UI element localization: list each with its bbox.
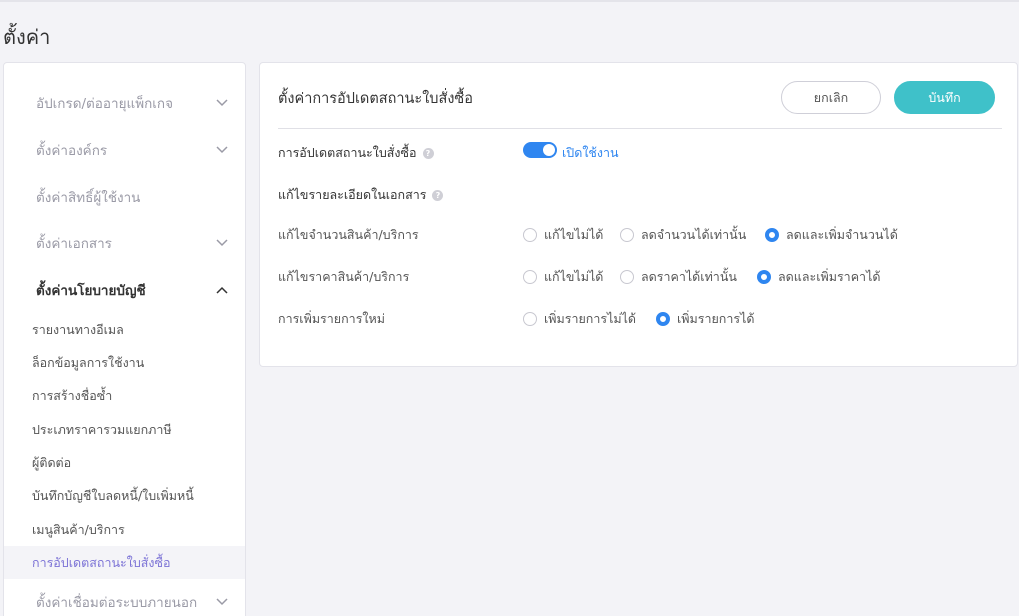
- top-bar: [0, 0, 1019, 2]
- sidebar-section-label: ตั้งค่าเอกสาร: [36, 236, 112, 252]
- radio-quantity-no-edit[interactable]: แก้ไขไม่ได้: [523, 225, 603, 245]
- radio-label: ลดและเพิ่มราคาได้: [778, 269, 881, 284]
- sidebar-section-permissions[interactable]: ตั้งค่าสิทธิ์ผู้ใช้งาน: [4, 177, 245, 217]
- radio-quantity-increase-decrease[interactable]: ลดและเพิ่มจำนวนได้: [765, 225, 898, 245]
- chevron-up-icon: [215, 283, 229, 297]
- po-status-toggle[interactable]: [523, 142, 557, 158]
- help-icon[interactable]: ?: [432, 189, 444, 201]
- sidebar-item-email-report[interactable]: รายงานทางอีเมล: [4, 313, 245, 346]
- radio-price-decrease-only[interactable]: ลดราคาได้เท่านั้น: [620, 267, 737, 287]
- save-button[interactable]: บันทึก: [894, 81, 995, 114]
- sidebar-item-product-menu[interactable]: เมนูสินค้า/บริการ: [4, 513, 245, 546]
- chevron-down-icon: [215, 595, 229, 609]
- toggle-label: เปิดใช้งาน: [562, 145, 619, 160]
- sidebar-section-accounting-policy[interactable]: ตั้งค่านโยบายบัญชี: [4, 270, 245, 310]
- sidebar-section-label: อัปเกรด/ต่ออายุแพ็กเกจ: [36, 96, 173, 112]
- radio-dot: [656, 312, 670, 326]
- radio-add-items-allowed[interactable]: เพิ่มรายการได้: [656, 309, 755, 329]
- sidebar-section-label: ตั้งค่าสิทธิ์ผู้ใช้งาน: [36, 190, 141, 206]
- sidebar-section-organization[interactable]: ตั้งค่าองค์กร: [4, 130, 245, 170]
- radio-label: เพิ่มรายการไม่ได้: [544, 311, 637, 326]
- sidebar-section-documents[interactable]: ตั้งค่าเอกสาร: [4, 223, 245, 263]
- settings-card: ตั้งค่าการอัปเดตสถานะใบสั่งซื้อ ยกเลิก บ…: [259, 62, 1018, 367]
- radio-quantity-decrease-only[interactable]: ลดจำนวนได้เท่านั้น: [620, 225, 746, 245]
- sidebar-section-label: ตั้งค่านโยบายบัญชี: [36, 283, 146, 299]
- help-icon[interactable]: ?: [422, 147, 434, 159]
- radio-dot: [765, 228, 779, 242]
- add-new-items-label: การเพิ่มรายการใหม่: [278, 311, 385, 326]
- radio-dot: [757, 270, 771, 284]
- sidebar-item-credit-debit-notes[interactable]: บันทึกบัญชีใบลดหนี้/ใบเพิ่มหนี้: [4, 479, 245, 512]
- chevron-down-icon: [215, 143, 229, 157]
- page-title: ตั้งค่า: [3, 25, 51, 49]
- sidebar-item-tax-price-type[interactable]: ประเภทราคารวมแยกภาษี: [4, 413, 245, 446]
- po-status-update-label: การอัปเดตสถานะใบสั่งซื้อ ?: [278, 143, 434, 163]
- sidebar-item-duplicate-names[interactable]: การสร้างชื่อซ้ำ: [4, 379, 245, 412]
- heading-text: แก้ไขรายละเอียดในเอกสาร: [278, 187, 427, 202]
- edit-quantity-label: แก้ไขจำนวนสินค้า/บริการ: [278, 227, 419, 242]
- sidebar-item-po-status-update[interactable]: การอัปเดตสถานะใบสั่งซื้อ: [4, 546, 245, 579]
- sidebar-item-usage-log[interactable]: ล็อกข้อมูลการใช้งาน: [4, 346, 245, 379]
- chevron-down-icon: [215, 236, 229, 250]
- radio-dot: [523, 228, 537, 242]
- sidebar-item-contacts[interactable]: ผู้ติดต่อ: [4, 446, 245, 479]
- radio-label: ลดและเพิ่มจำนวนได้: [786, 227, 898, 242]
- radio-label: ลดราคาได้เท่านั้น: [641, 269, 737, 284]
- chevron-down-icon: [215, 96, 229, 110]
- radio-price-increase-decrease[interactable]: ลดและเพิ่มราคาได้: [757, 267, 880, 287]
- radio-label: เพิ่มรายการได้: [677, 311, 755, 326]
- edit-price-label: แก้ไขราคาสินค้า/บริการ: [278, 269, 410, 284]
- settings-sidebar: อัปเกรด/ต่ออายุแพ็กเกจ ตั้งค่าองค์กร ตั้…: [3, 62, 246, 616]
- sidebar-section-label: ตั้งค่าองค์กร: [36, 143, 108, 159]
- radio-dot: [620, 270, 634, 284]
- radio-label: แก้ไขไม่ได้: [544, 227, 604, 242]
- sidebar-section-integrations[interactable]: ตั้งค่าเชื่อมต่อระบบภายนอก: [4, 582, 245, 616]
- toggle-knob: [543, 144, 555, 156]
- radio-add-items-disallowed[interactable]: เพิ่มรายการไม่ได้: [523, 309, 636, 329]
- radio-dot: [620, 228, 634, 242]
- sidebar-section-upgrade[interactable]: อัปเกรด/ต่ออายุแพ็กเกจ: [4, 83, 245, 123]
- card-title: ตั้งค่าการอัปเดตสถานะใบสั่งซื้อ: [278, 91, 473, 107]
- row-label-text: การอัปเดตสถานะใบสั่งซื้อ: [278, 145, 417, 160]
- radio-dot: [523, 312, 537, 326]
- radio-label: ลดจำนวนได้เท่านั้น: [641, 227, 747, 242]
- cancel-button[interactable]: ยกเลิก: [781, 81, 881, 114]
- radio-price-no-edit[interactable]: แก้ไขไม่ได้: [523, 267, 603, 287]
- edit-details-heading: แก้ไขรายละเอียดในเอกสาร ?: [278, 185, 444, 205]
- divider: [278, 128, 1002, 129]
- radio-dot: [523, 270, 537, 284]
- radio-label: แก้ไขไม่ได้: [544, 269, 604, 284]
- sidebar-section-label: ตั้งค่าเชื่อมต่อระบบภายนอก: [36, 595, 198, 611]
